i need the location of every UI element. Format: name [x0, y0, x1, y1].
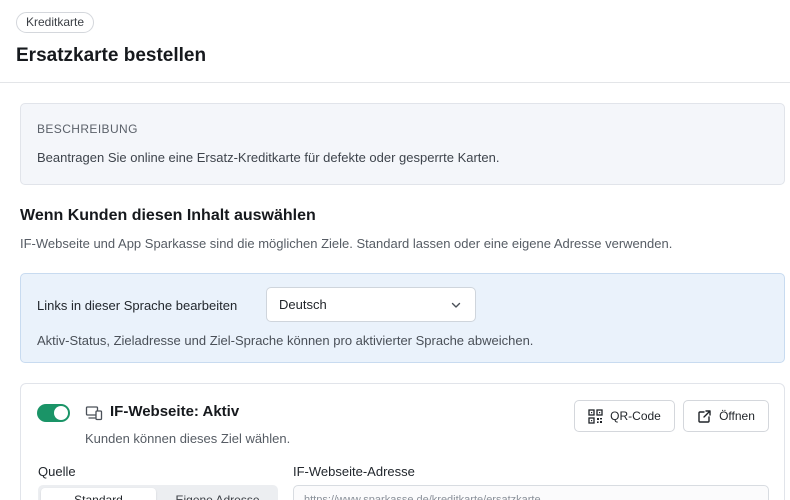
language-label: Links in dieser Sprache bearbeiten [37, 298, 238, 313]
category-chip[interactable]: Kreditkarte [16, 12, 95, 33]
source-option-standard[interactable]: Standard [41, 488, 156, 500]
source-option-custom[interactable]: Eigene Adresse [160, 488, 275, 500]
description-text: Beantragen Sie online eine Ersatz-Kredit… [37, 150, 500, 165]
qr-code-icon [588, 408, 603, 424]
section-subtitle: IF-Webseite und App Sparkasse sind die m… [20, 236, 673, 251]
target-active-toggle[interactable] [37, 404, 70, 422]
page-header: Kreditkarte Ersatzkarte bestellen [0, 0, 790, 83]
page-title: Ersatzkarte bestellen [16, 45, 207, 66]
description-label: BESCHREIBUNG [37, 122, 138, 136]
source-label: Quelle [38, 464, 76, 479]
address-input[interactable] [293, 485, 769, 500]
section-title: Wenn Kunden diesen Inhalt auswählen [20, 207, 316, 224]
target-title: IF-Webseite: Aktiv [110, 403, 240, 420]
language-select-value: Deutsch [279, 297, 327, 312]
language-select[interactable]: Deutsch [266, 287, 476, 322]
address-label: IF-Webseite-Adresse [293, 464, 415, 479]
external-link-icon [698, 409, 711, 423]
target-subtitle: Kunden können dieses Ziel wählen. [85, 431, 291, 446]
qr-code-button[interactable]: QR-Code [574, 400, 675, 432]
source-segmented-control: Standard Eigene Adresse [38, 485, 278, 500]
open-button[interactable]: Öffnen [683, 400, 769, 432]
toggle-knob [54, 406, 68, 420]
description-panel: BESCHREIBUNG Beantragen Sie online eine … [20, 103, 785, 185]
devices-icon [85, 406, 103, 421]
open-button-label: Öffnen [719, 409, 755, 423]
target-card-if-webseite: IF-Webseite: Aktiv Kunden können dieses … [20, 383, 785, 500]
chevron-down-icon [451, 302, 461, 308]
language-note: Aktiv-Status, Zieladresse und Ziel-Sprac… [37, 333, 534, 348]
qr-code-button-label: QR-Code [610, 409, 661, 423]
language-panel: Links in dieser Sprache bearbeiten Deuts… [20, 273, 785, 363]
